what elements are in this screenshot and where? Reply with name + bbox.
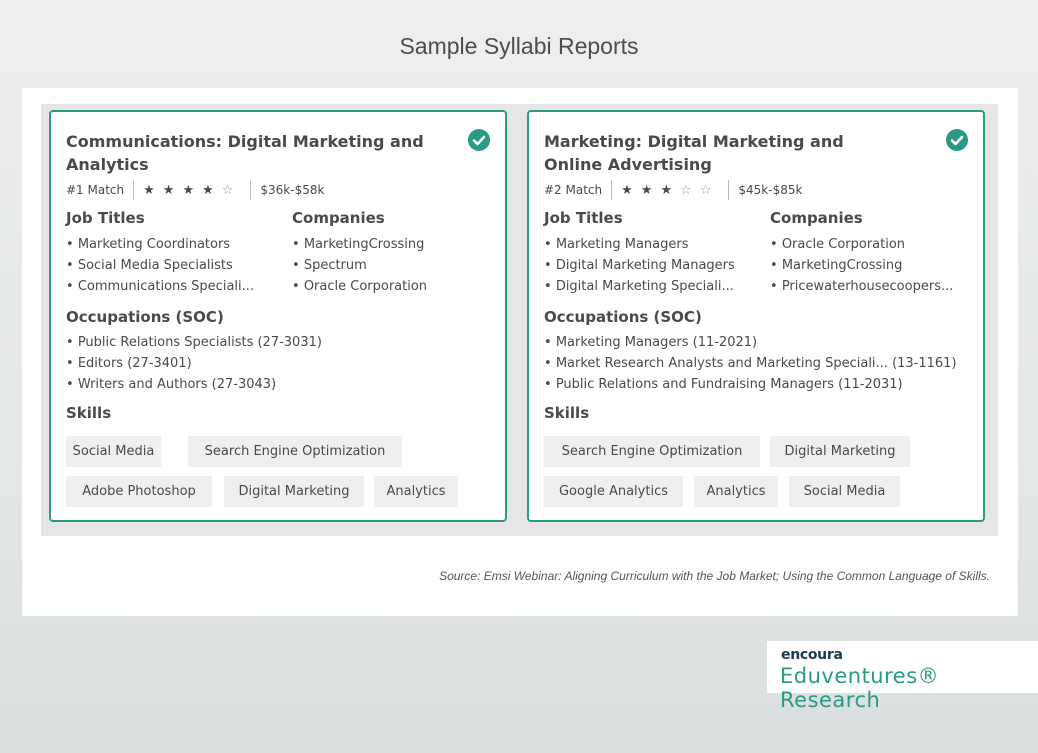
companies-heading: Companies <box>292 209 385 227</box>
star-icon: ★ <box>182 182 203 198</box>
skill-chip[interactable]: Search Engine Optimization <box>544 436 760 467</box>
star-icon: ★ <box>640 182 661 198</box>
card-title: Marketing: Digital Marketing and Online … <box>544 132 844 174</box>
card-meta: #1 Match ★★★★☆ $36k-$58k <box>66 180 324 200</box>
job-titles-list: Marketing Coordinators Social Media Spec… <box>66 234 254 297</box>
eduventures-logo: Eduventures® Research <box>780 664 940 712</box>
star-empty-icon: ☆ <box>680 182 700 198</box>
list-item: Public Relations Specialists (27-3031) <box>66 332 322 353</box>
star-empty-icon: ☆ <box>221 182 242 198</box>
list-item: MarketingCrossing <box>292 234 427 255</box>
syllabus-card-2[interactable]: Marketing: Digital Marketing and Online … <box>527 110 985 522</box>
skill-chip[interactable]: Digital Marketing <box>770 436 910 467</box>
cards-area: Communications: Digital Marketing and An… <box>41 104 998 536</box>
card-title: Communications: Digital Marketing and An… <box>66 132 424 174</box>
divider <box>728 180 730 200</box>
skill-chip[interactable]: Social Media <box>66 436 161 467</box>
list-item: Communications Speciali... <box>66 276 254 297</box>
skills-heading: Skills <box>66 404 112 422</box>
list-item: Pricewaterhousecoopers... <box>770 276 954 297</box>
skill-chip[interactable]: Digital Marketing <box>224 476 364 507</box>
list-item: Digital Marketing Managers <box>544 255 735 276</box>
star-icon: ★ <box>621 182 641 198</box>
occupations-list: Marketing Managers (11-2021) Market Rese… <box>544 332 957 395</box>
match-rank: #1 Match <box>66 183 125 197</box>
list-item: Social Media Specialists <box>66 255 254 276</box>
rating-stars: ★★★★☆ <box>143 183 241 198</box>
companies-list: MarketingCrossing Spectrum Oracle Corpor… <box>292 234 427 297</box>
salary-range: $36k-$58k <box>260 183 325 197</box>
list-item: Editors (27-3401) <box>66 353 322 374</box>
list-item: Writers and Authors (27-3043) <box>66 374 322 395</box>
check-circle-icon <box>468 129 490 151</box>
job-titles-heading: Job Titles <box>66 209 145 227</box>
skill-chip[interactable]: Search Engine Optimization <box>188 436 402 467</box>
list-item: Oracle Corporation <box>770 234 953 255</box>
list-item: Spectrum <box>292 255 427 276</box>
reports-panel: Communications: Digital Marketing and An… <box>22 88 1018 616</box>
list-item: Oracle Corporation <box>292 276 427 297</box>
list-item: Digital Marketing Speciali... <box>544 276 735 297</box>
list-item: Marketing Managers (11-2021) <box>544 332 957 353</box>
syllabus-card-1[interactable]: Communications: Digital Marketing and An… <box>49 110 507 522</box>
list-item: Market Research Analysts and Marketing S… <box>544 353 957 374</box>
occupations-heading: Occupations (SOC) <box>544 308 702 326</box>
rating-stars: ★★★☆☆ <box>621 183 719 198</box>
star-icon: ★ <box>660 182 681 198</box>
card-meta: #2 Match ★★★☆☆ $45k-$85k <box>544 180 802 200</box>
salary-range: $45k-$85k <box>738 183 803 197</box>
skills-heading: Skills <box>544 404 590 422</box>
check-circle-icon <box>946 129 968 151</box>
match-rank: #2 Match <box>544 183 603 197</box>
page-title: Sample Syllabi Reports <box>399 33 639 59</box>
divider <box>250 180 252 200</box>
divider <box>611 180 613 200</box>
list-item: Marketing Managers <box>544 234 735 255</box>
skill-chip[interactable]: Google Analytics <box>544 476 683 507</box>
star-empty-icon: ☆ <box>699 182 720 198</box>
skill-chip[interactable]: Adobe Photoshop <box>66 476 212 507</box>
brand-logo-box: encoura Eduventures® Research <box>767 641 1038 712</box>
companies-list: Oracle Corporation MarketingCrossing Pri… <box>770 234 954 297</box>
list-item: MarketingCrossing <box>770 255 953 276</box>
divider <box>133 180 135 200</box>
job-titles-list: Marketing Managers Digital Marketing Man… <box>544 234 735 297</box>
star-icon: ★ <box>143 182 163 198</box>
list-item: Public Relations and Fundraising Manager… <box>544 374 957 395</box>
occupations-list: Public Relations Specialists (27-3031) E… <box>66 332 322 395</box>
encoura-logo: encoura <box>781 647 843 663</box>
companies-heading: Companies <box>770 209 863 227</box>
skill-chip[interactable]: Analytics <box>374 476 458 507</box>
occupations-heading: Occupations (SOC) <box>66 308 224 326</box>
skill-chip[interactable]: Social Media <box>789 476 900 507</box>
skill-chip[interactable]: Analytics <box>694 476 778 507</box>
source-citation: Source: Emsi Webinar: Aligning Curriculu… <box>439 569 990 583</box>
list-item: Marketing Coordinators <box>66 234 254 255</box>
job-titles-heading: Job Titles <box>544 209 623 227</box>
star-icon: ★ <box>202 182 222 198</box>
star-icon: ★ <box>162 182 183 198</box>
